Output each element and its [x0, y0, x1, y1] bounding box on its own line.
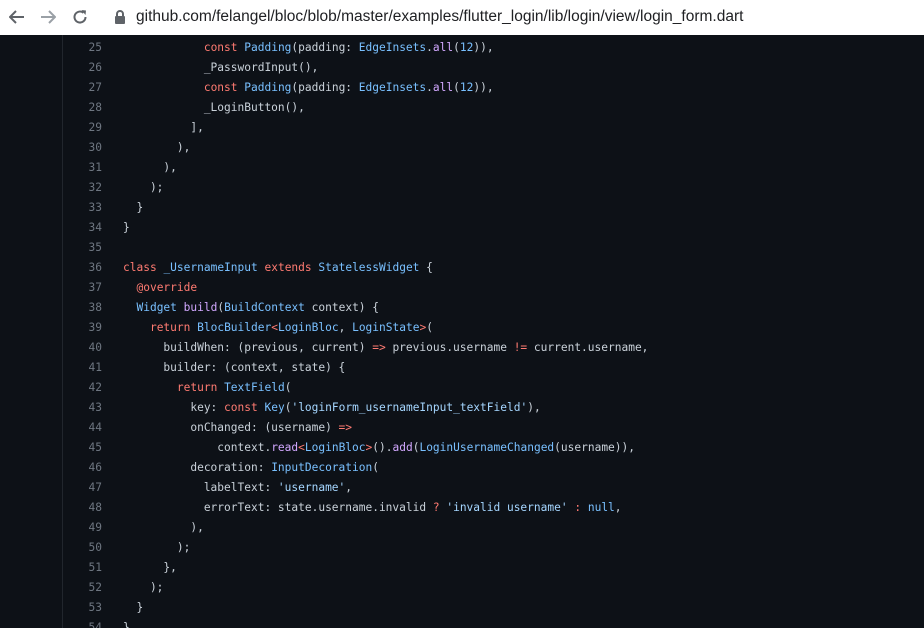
line-number[interactable]: 41 — [0, 358, 102, 378]
code-line: 52 ); — [0, 578, 924, 598]
code-text: _LoginButton(), — [123, 101, 305, 114]
line-number[interactable]: 46 — [0, 458, 102, 478]
code-text: decoration: InputDecoration( — [123, 461, 379, 474]
line-number[interactable]: 32 — [0, 178, 102, 198]
code-line: 32 ); — [0, 178, 924, 198]
code-text: ); — [123, 181, 164, 194]
line-number[interactable]: 35 — [0, 238, 102, 258]
code-line: 48 errorText: state.username.invalid ? '… — [0, 498, 924, 518]
code-text: class _UsernameInput extends StatelessWi… — [123, 261, 433, 274]
line-number[interactable]: 25 — [0, 38, 102, 58]
code-line: 42 return TextField( — [0, 378, 924, 398]
code-line: 35 — [0, 238, 924, 258]
code-line: 28 _LoginButton(), — [0, 98, 924, 118]
line-number[interactable]: 34 — [0, 218, 102, 238]
code-text: ], — [123, 121, 204, 134]
line-number[interactable]: 50 — [0, 538, 102, 558]
code-line: 54} — [0, 618, 924, 628]
code-line: 40 buildWhen: (previous, current) => pre… — [0, 338, 924, 358]
line-number[interactable]: 45 — [0, 438, 102, 458]
code-text: const Padding(padding: EdgeInsets.all(12… — [203, 41, 494, 54]
code-line: 50 ); — [0, 538, 924, 558]
line-number[interactable]: 30 — [0, 138, 102, 158]
code-text: } — [123, 601, 144, 614]
line-number[interactable]: 38 — [0, 298, 102, 318]
line-number[interactable]: 53 — [0, 598, 102, 618]
code-line: 46 decoration: InputDecoration( — [0, 458, 924, 478]
code-text: } — [123, 221, 130, 234]
code-text: @override — [136, 281, 198, 294]
code-line: 49 ), — [0, 518, 924, 538]
code-text: const Padding(padding: EdgeInsets.all(12… — [203, 81, 494, 94]
code-text: } — [123, 621, 130, 628]
line-number[interactable]: 47 — [0, 478, 102, 498]
line-number[interactable]: 27 — [0, 78, 102, 98]
code-line: 38 Widget build(BuildContext context) { — [0, 298, 924, 318]
code-text: ); — [123, 541, 191, 554]
code-text: ), — [123, 141, 191, 154]
line-number[interactable]: 40 — [0, 338, 102, 358]
code-line: 36 class _UsernameInput extends Stateless… — [0, 258, 924, 278]
code-line: 27 const Padding(padding: EdgeInsets.all… — [0, 78, 924, 98]
arrow-right-icon — [41, 10, 56, 24]
arrow-left-icon — [9, 10, 24, 24]
line-number[interactable]: 42 — [0, 378, 102, 398]
line-number[interactable]: 44 — [0, 418, 102, 438]
code-line: 29 ], — [0, 118, 924, 138]
address-bar[interactable]: github.com/felangel/bloc/blob/master/exa… — [136, 0, 743, 34]
line-number[interactable]: 26 — [0, 58, 102, 78]
code-line: 31 ), — [0, 158, 924, 178]
line-number[interactable]: 28 — [0, 98, 102, 118]
code-text: onChanged: (username) => — [123, 421, 353, 434]
browser-toolbar: github.com/felangel/bloc/blob/master/exa… — [0, 0, 924, 36]
code-viewer: 25 const Padding(padding: EdgeInsets.all… — [0, 35, 924, 628]
line-number[interactable]: 48 — [0, 498, 102, 518]
code-text: ), — [123, 521, 204, 534]
code-line: 41 builder: (context, state) { — [0, 358, 924, 378]
code-line: 44 onChanged: (username) => — [0, 418, 924, 438]
code-text: key: const Key('loginForm_usernameInput_… — [123, 401, 541, 414]
line-number[interactable]: 36 — [0, 258, 102, 278]
code-text: _PasswordInput(), — [123, 61, 319, 74]
code-line: 34} — [0, 218, 924, 238]
line-number[interactable]: 54 — [0, 618, 102, 628]
line-number[interactable]: 33 — [0, 198, 102, 218]
code-text: errorText: state.username.invalid ? 'inv… — [123, 501, 622, 514]
code-line: 30 ), — [0, 138, 924, 158]
line-number[interactable]: 49 — [0, 518, 102, 538]
line-number[interactable]: 29 — [0, 118, 102, 138]
code-text: labelText: 'username', — [123, 481, 353, 494]
code-line: 43 key: const Key('loginForm_usernameInp… — [0, 398, 924, 418]
code-line: 26 _PasswordInput(), — [0, 58, 924, 78]
code-text: ), — [123, 161, 177, 174]
lock-icon[interactable] — [113, 9, 127, 25]
code-line: 39 return BlocBuilder<LoginBloc, LoginSt… — [0, 318, 924, 338]
code-line: 33 } — [0, 198, 924, 218]
code-line: 47 labelText: 'username', — [0, 478, 924, 498]
code-text: context.read<LoginBloc>().add(LoginUsern… — [123, 441, 635, 454]
line-number[interactable]: 31 — [0, 158, 102, 178]
reload-button[interactable] — [67, 4, 93, 30]
code-line: 37 @override — [0, 278, 924, 298]
code-text: buildWhen: (previous, current) => previo… — [123, 341, 649, 354]
code-line: 45 context.read<LoginBloc>().add(LoginUs… — [0, 438, 924, 458]
line-number[interactable]: 43 — [0, 398, 102, 418]
code-text: builder: (context, state) { — [123, 361, 346, 374]
reload-icon — [73, 10, 87, 24]
code-text: } — [123, 201, 144, 214]
line-number[interactable]: 51 — [0, 558, 102, 578]
code-text: }, — [123, 561, 177, 574]
back-button[interactable] — [4, 4, 30, 30]
code-text: Widget build(BuildContext context) { — [136, 301, 380, 314]
forward-button[interactable] — [35, 4, 61, 30]
code-line: 51 }, — [0, 558, 924, 578]
code-text: ); — [123, 581, 164, 594]
line-number[interactable]: 39 — [0, 318, 102, 338]
code-line: 25 const Padding(padding: EdgeInsets.all… — [0, 38, 924, 58]
code-text: return BlocBuilder<LoginBloc, LoginState… — [149, 321, 433, 334]
code-text: return TextField( — [176, 381, 292, 394]
line-number[interactable]: 37 — [0, 278, 102, 298]
line-number[interactable]: 52 — [0, 578, 102, 598]
code-line: 53 } — [0, 598, 924, 618]
